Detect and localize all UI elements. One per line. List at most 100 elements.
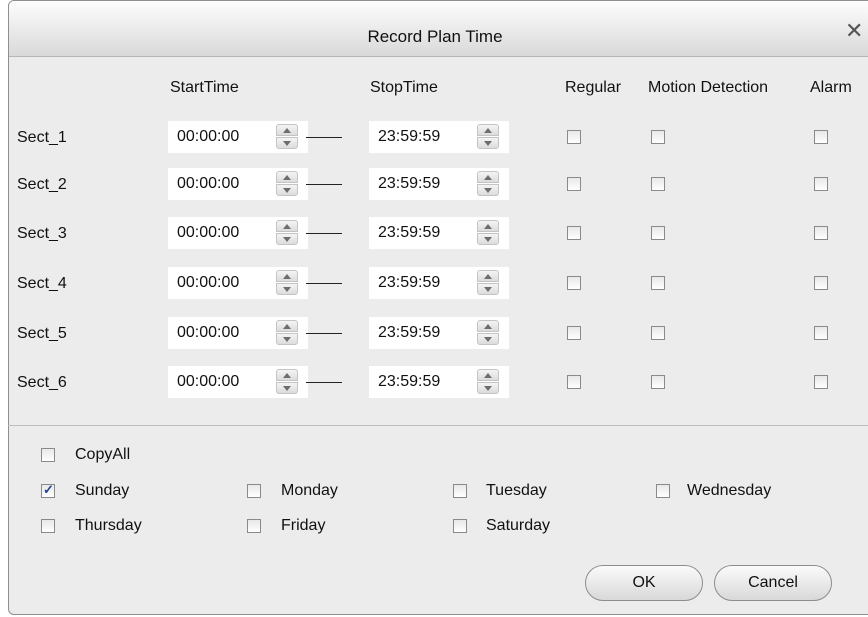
monday-checkbox[interactable] — [247, 484, 261, 498]
sect-2-motion-checkbox[interactable] — [651, 177, 665, 191]
sect-1-start-time[interactable]: 00:00:00 — [168, 121, 308, 153]
range-dash — [306, 137, 342, 138]
close-icon[interactable]: ✕ — [845, 20, 863, 42]
spin-up-icon[interactable] — [276, 369, 298, 381]
sect-1-motion-checkbox[interactable] — [651, 130, 665, 144]
header-start-time: StartTime — [170, 79, 239, 96]
spin-up-icon[interactable] — [276, 124, 298, 136]
sect-4-regular-checkbox[interactable] — [567, 276, 581, 290]
spin-up-icon[interactable] — [276, 320, 298, 332]
spin-down-icon[interactable] — [477, 233, 499, 245]
sect-5-motion-checkbox[interactable] — [651, 326, 665, 340]
tuesday-label: Tuesday — [486, 482, 547, 499]
sect-4-stop-value: 23:59:59 — [378, 274, 441, 291]
title-bar: Record Plan Time ✕ — [9, 1, 868, 57]
spin-up-icon[interactable] — [477, 171, 499, 183]
sect-2-stop-value: 23:59:59 — [378, 175, 441, 192]
sect-4-start-time[interactable]: 00:00:00 — [168, 267, 308, 299]
sect-2-start-spinner — [276, 171, 298, 197]
monday-label: Monday — [281, 482, 338, 499]
spin-down-icon[interactable] — [477, 137, 499, 149]
spin-up-icon[interactable] — [477, 320, 499, 332]
spin-down-icon[interactable] — [477, 283, 499, 295]
sect-3-start-time[interactable]: 00:00:00 — [168, 217, 308, 249]
range-dash — [306, 184, 342, 185]
sect-3-stop-value: 23:59:59 — [378, 224, 441, 241]
ok-button[interactable]: OK — [585, 565, 703, 601]
friday-checkbox[interactable] — [247, 519, 261, 533]
range-dash — [306, 283, 342, 284]
sect-3-motion-checkbox[interactable] — [651, 226, 665, 240]
wednesday-checkbox[interactable] — [656, 484, 670, 498]
sect-3-stop-spinner — [477, 220, 499, 246]
header-motion-detection: Motion Detection — [648, 79, 769, 96]
spin-down-icon[interactable] — [276, 382, 298, 394]
sect-5-label: Sect_5 — [17, 325, 67, 342]
spin-down-icon[interactable] — [276, 283, 298, 295]
sect-6-stop-time[interactable]: 23:59:59 — [369, 366, 509, 398]
sunday-label: Sunday — [75, 482, 130, 499]
header-stop-time: StopTime — [370, 79, 438, 96]
sect-5-alarm-checkbox[interactable] — [814, 326, 828, 340]
sect-2-start-time[interactable]: 00:00:00 — [168, 168, 308, 200]
sect-3-alarm-checkbox[interactable] — [814, 226, 828, 240]
sect-3-label: Sect_3 — [17, 225, 67, 242]
sect-2-stop-time[interactable]: 23:59:59 — [369, 168, 509, 200]
sect-2-regular-checkbox[interactable] — [567, 177, 581, 191]
sect-6-regular-checkbox[interactable] — [567, 375, 581, 389]
spin-up-icon[interactable] — [276, 171, 298, 183]
spin-up-icon[interactable] — [276, 220, 298, 232]
sect-1-alarm-checkbox[interactable] — [814, 130, 828, 144]
sect-4-start-value: 00:00:00 — [177, 274, 240, 291]
sect-5-stop-value: 23:59:59 — [378, 324, 441, 341]
spin-up-icon[interactable] — [477, 220, 499, 232]
sect-5-regular-checkbox[interactable] — [567, 326, 581, 340]
copyall-checkbox[interactable] — [41, 448, 55, 462]
sect-5-stop-time[interactable]: 23:59:59 — [369, 317, 509, 349]
spin-down-icon[interactable] — [477, 333, 499, 345]
copyall-label: CopyAll — [75, 446, 131, 463]
sect-3-regular-checkbox[interactable] — [567, 226, 581, 240]
range-dash — [306, 382, 342, 383]
sect-1-regular-checkbox[interactable] — [567, 130, 581, 144]
spin-down-icon[interactable] — [276, 333, 298, 345]
sect-6-alarm-checkbox[interactable] — [814, 375, 828, 389]
sect-1-start-value: 00:00:00 — [177, 128, 240, 145]
sect-2-stop-spinner — [477, 171, 499, 197]
spin-down-icon[interactable] — [477, 184, 499, 196]
sect-1-stop-time[interactable]: 23:59:59 — [369, 121, 509, 153]
spin-up-icon[interactable] — [477, 124, 499, 136]
sect-6-stop-spinner — [477, 369, 499, 395]
sect-3-start-spinner — [276, 220, 298, 246]
sect-1-start-spinner — [276, 124, 298, 150]
sect-2-alarm-checkbox[interactable] — [814, 177, 828, 191]
header-alarm: Alarm — [810, 79, 852, 96]
spin-down-icon[interactable] — [276, 137, 298, 149]
dialog-title: Record Plan Time — [367, 27, 503, 46]
spin-down-icon[interactable] — [276, 233, 298, 245]
cancel-button[interactable]: Cancel — [714, 565, 832, 601]
sect-4-stop-time[interactable]: 23:59:59 — [369, 267, 509, 299]
saturday-checkbox[interactable] — [453, 519, 467, 533]
spin-up-icon[interactable] — [477, 369, 499, 381]
sect-5-start-value: 00:00:00 — [177, 324, 240, 341]
sect-4-alarm-checkbox[interactable] — [814, 276, 828, 290]
sect-4-stop-spinner — [477, 270, 499, 296]
sect-3-stop-time[interactable]: 23:59:59 — [369, 217, 509, 249]
thursday-checkbox[interactable] — [41, 519, 55, 533]
tuesday-checkbox[interactable] — [453, 484, 467, 498]
sect-6-start-time[interactable]: 00:00:00 — [168, 366, 308, 398]
sect-3-start-value: 00:00:00 — [177, 224, 240, 241]
spin-up-icon[interactable] — [477, 270, 499, 282]
spin-down-icon[interactable] — [276, 184, 298, 196]
sect-5-start-spinner — [276, 320, 298, 346]
range-dash — [306, 333, 342, 334]
sect-5-start-time[interactable]: 00:00:00 — [168, 317, 308, 349]
separator — [8, 425, 868, 426]
sect-1-stop-spinner — [477, 124, 499, 150]
sect-6-motion-checkbox[interactable] — [651, 375, 665, 389]
sunday-checkbox[interactable] — [41, 482, 55, 498]
spin-down-icon[interactable] — [477, 382, 499, 394]
sect-4-motion-checkbox[interactable] — [651, 276, 665, 290]
spin-up-icon[interactable] — [276, 270, 298, 282]
